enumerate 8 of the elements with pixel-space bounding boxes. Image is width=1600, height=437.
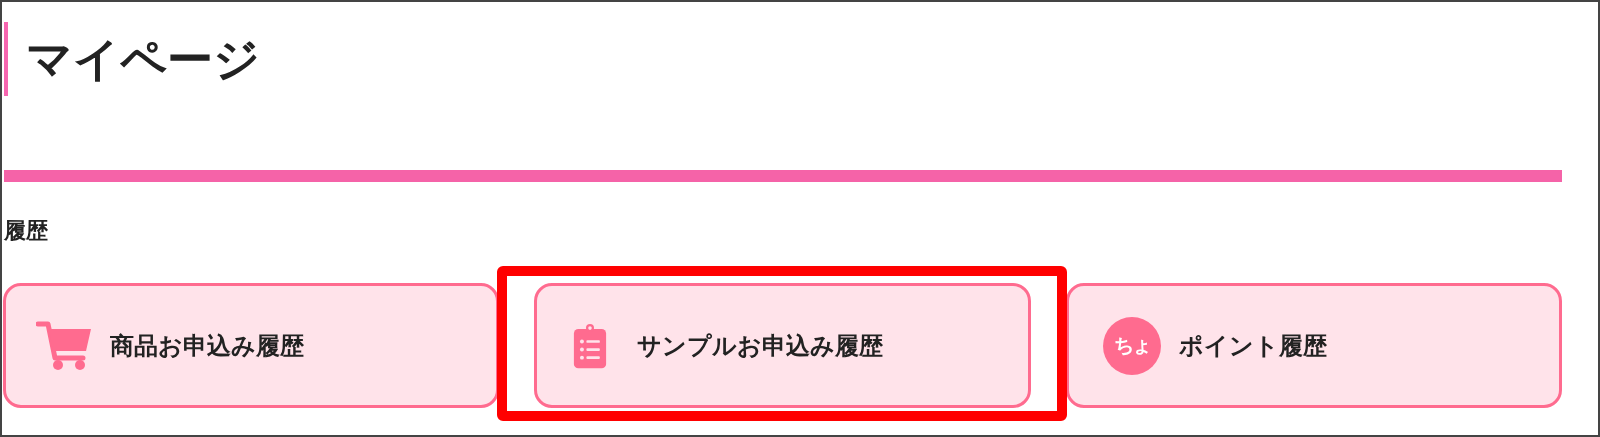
section-heading: 履歴 [4, 217, 49, 245]
point-badge-icon: ちょ [1102, 316, 1161, 375]
page-title: マイページ [26, 36, 260, 82]
cart-icon [36, 320, 92, 371]
clipboard-icon [573, 322, 608, 369]
history-link[interactable]: 商品お申込み履歴 [3, 283, 500, 408]
history-link[interactable]: ちょ ポイント履歴 [1065, 283, 1562, 408]
history-link[interactable]: サンプルお申込み履歴 [534, 283, 1031, 408]
